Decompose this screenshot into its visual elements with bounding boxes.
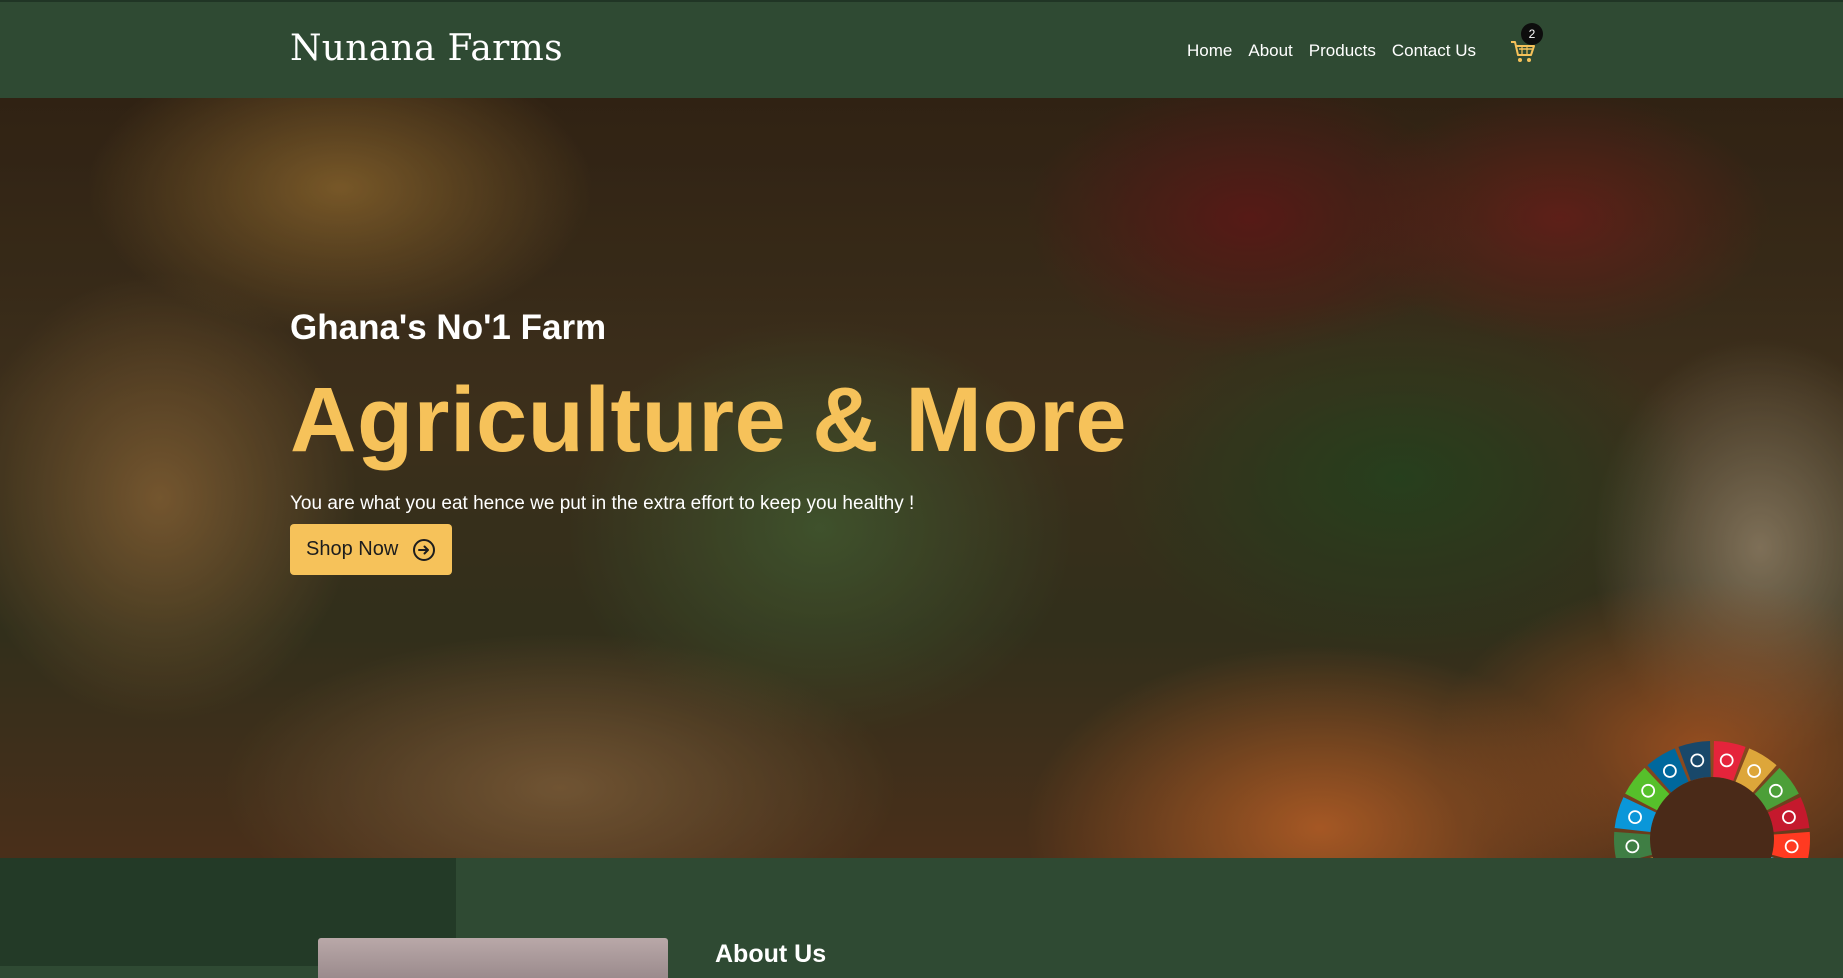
hero-kicker: Ghana's No'1 Farm: [290, 308, 607, 347]
sdg-wheel-segment: [1614, 831, 1653, 858]
hero-banner: Ghana's No'1 Farm Agriculture & More You…: [0, 98, 1843, 858]
top-navbar: Nunana Farms Home About Products Contact…: [0, 0, 1843, 98]
nav-home[interactable]: Home: [1187, 41, 1232, 61]
cart-count-badge: 2: [1521, 23, 1543, 45]
about-image: [318, 938, 668, 978]
nav-contact-us[interactable]: Contact Us: [1392, 41, 1476, 61]
main-nav: Home About Products Contact Us: [1187, 41, 1476, 61]
shop-now-button[interactable]: Shop Now: [290, 524, 453, 575]
about-heading: About Us: [715, 940, 827, 968]
hero-content: Ghana's No'1 Farm Agriculture & More You…: [290, 308, 1127, 575]
about-section: About Us: [0, 858, 1843, 978]
nav-products[interactable]: Products: [1309, 41, 1376, 61]
sdg-wheel-segment: [1771, 831, 1810, 858]
hero-headline: Agriculture & More: [290, 369, 1128, 471]
arrow-right-circle-icon: [412, 538, 436, 562]
nav-about[interactable]: About: [1248, 41, 1292, 61]
hero-tagline: You are what you eat hence we put in the…: [290, 493, 915, 514]
shop-now-label: Shop Now: [306, 538, 399, 560]
brand-logo[interactable]: Nunana Farms: [290, 28, 563, 69]
sdg-wheel-icon[interactable]: [1610, 737, 1814, 858]
